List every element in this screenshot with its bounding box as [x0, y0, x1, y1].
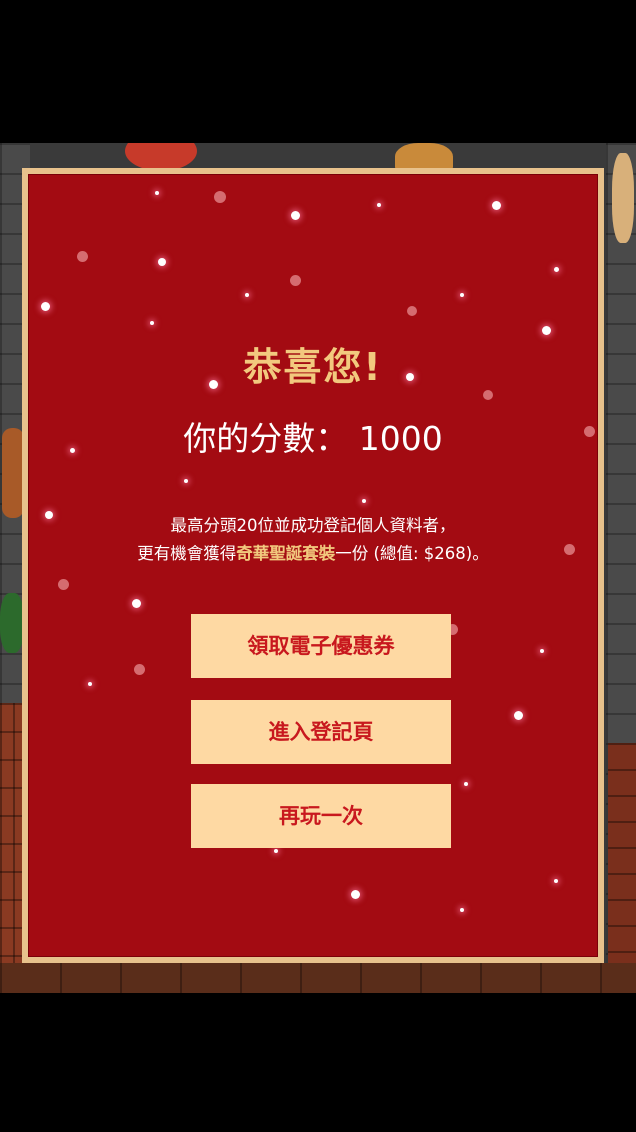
snowflake: [407, 306, 417, 316]
snowflake: [377, 203, 381, 207]
snowflake: [460, 293, 464, 297]
prize-description: 最高分頭20位並成功登記個人資料者， 更有機會獲得奇華聖誕套裝一份 (總值: $…: [28, 512, 598, 568]
score-value: 1000: [358, 419, 443, 458]
score-display: 你的分數： 1000: [28, 412, 598, 460]
snowflake: [184, 479, 188, 483]
description-prefix: 更有機會獲得: [137, 544, 237, 563]
snowflake: [351, 890, 360, 899]
result-dialog: 恭喜您! 你的分數： 1000 最高分頭20位並成功登記個人資料者， 更有機會獲…: [22, 168, 604, 963]
snowflake: [464, 782, 468, 786]
snowflake: [132, 599, 141, 608]
snowflake: [88, 682, 92, 686]
snowflake: [554, 267, 559, 272]
get-coupon-button[interactable]: 領取電子優惠券: [191, 614, 451, 678]
fireplace-right: [608, 743, 636, 983]
christmas-tree-decoration: [0, 593, 24, 653]
snowflake: [460, 908, 464, 912]
snowflake: [134, 664, 145, 675]
score-label: 你的分數：: [183, 419, 349, 458]
description-line-2: 更有機會獲得奇華聖誕套裝一份 (總值: $268)。: [28, 540, 598, 568]
snowflake: [41, 302, 50, 311]
register-page-button[interactable]: 進入登記頁: [191, 700, 451, 764]
snowflake: [291, 211, 300, 220]
snowflake: [155, 191, 159, 195]
snowflake: [158, 258, 166, 266]
snowflake: [492, 201, 501, 210]
description-line-1: 最高分頭20位並成功登記個人資料者，: [170, 516, 456, 535]
snowflake: [58, 579, 69, 590]
play-again-button[interactable]: 再玩一次: [191, 784, 451, 848]
snowflake: [214, 191, 226, 203]
snowflake: [514, 711, 523, 720]
congratulations-title: 恭喜您!: [243, 345, 383, 389]
snowflake: [150, 321, 154, 325]
snowflake: [362, 499, 366, 503]
gingerbread-decoration: [2, 428, 24, 518]
snowflake: [290, 275, 301, 286]
wooden-floor: [0, 963, 636, 993]
snowflake: [542, 326, 551, 335]
prize-name-highlight: 奇華聖誕套裝: [236, 544, 336, 563]
description-suffix: 一份 (總值: $268)。: [335, 544, 489, 563]
snowflake: [245, 293, 249, 297]
snowflake: [483, 390, 493, 400]
pizza-decoration: [125, 143, 197, 171]
snowflake: [274, 849, 278, 853]
cookie-decoration-right: [612, 153, 634, 243]
snowflake: [77, 251, 88, 262]
snowflake: [540, 649, 544, 653]
snowflake: [554, 879, 558, 883]
